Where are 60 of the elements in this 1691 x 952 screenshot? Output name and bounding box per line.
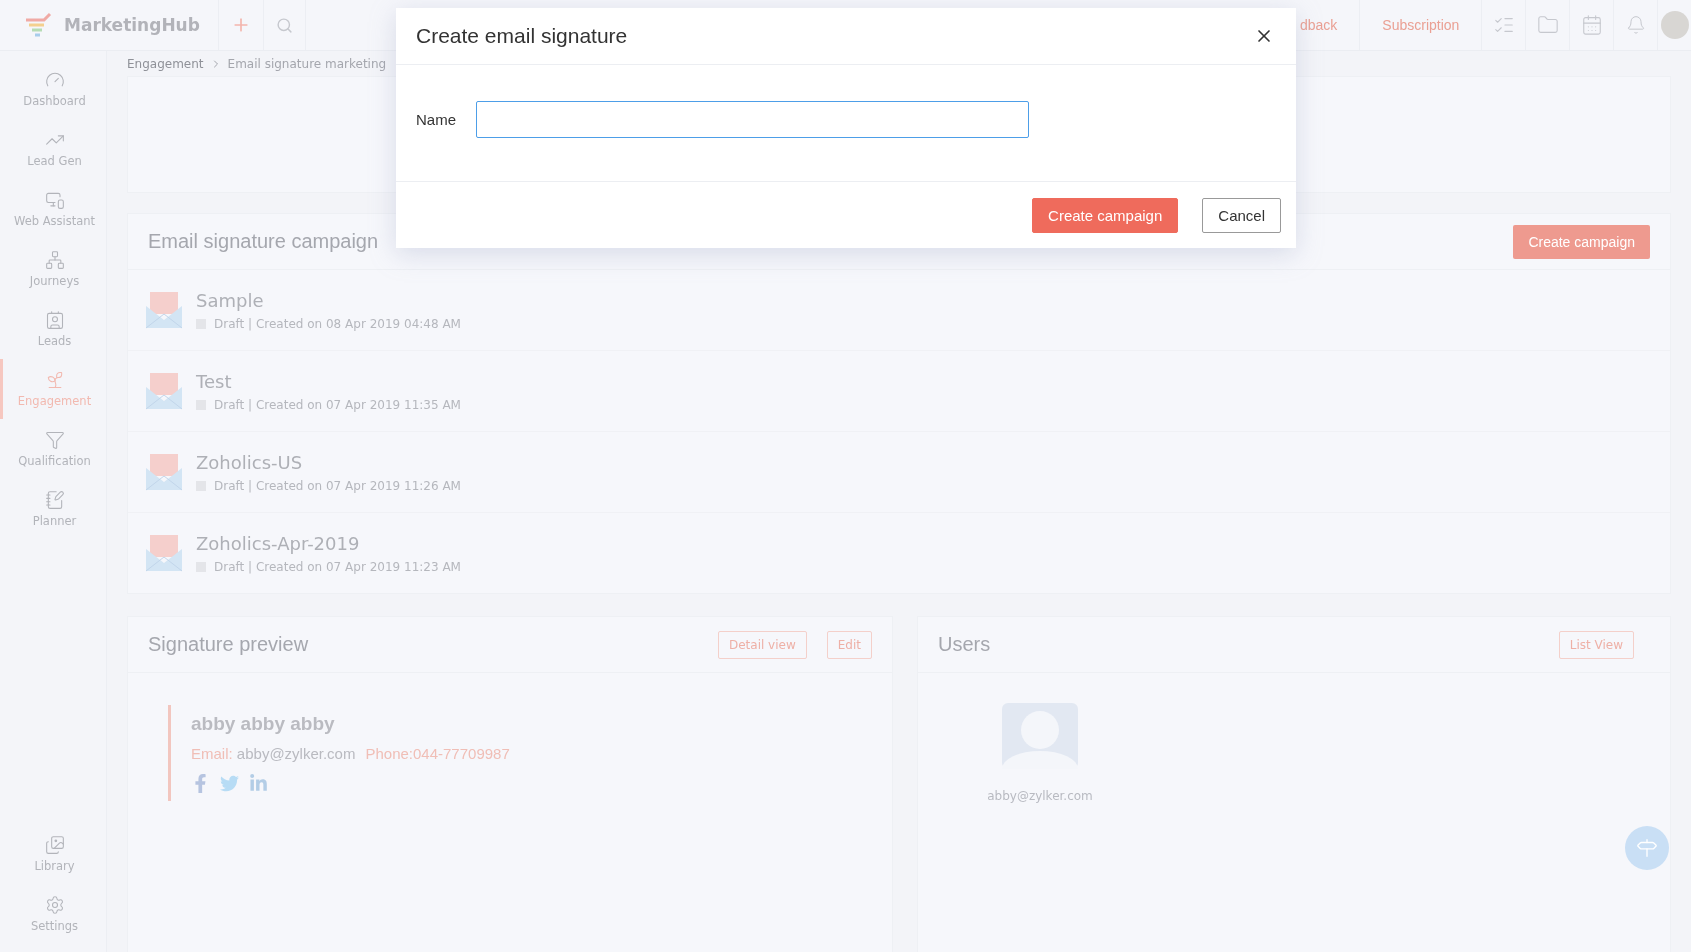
header-link[interactable]: dback — [1300, 17, 1338, 33]
folder-icon[interactable] — [1536, 14, 1559, 36]
campaign-meta: Draft | Created on 08 Apr 2019 04:48 AM — [214, 316, 461, 331]
contact-card-icon — [44, 310, 65, 330]
monitor-icon — [44, 190, 65, 210]
sidebar-item[interactable]: Journeys — [0, 239, 106, 299]
phone-text: Phone:044-77709987 — [365, 745, 510, 762]
sidebar-item[interactable]: Library — [0, 824, 106, 884]
breadcrumb-link[interactable]: Engagement — [127, 56, 204, 71]
campaign-name[interactable]: Zoholics-US — [196, 451, 461, 473]
cancel-button[interactable]: Cancel — [1202, 197, 1281, 233]
signature-name: abby abby abby — [191, 713, 336, 735]
linkedin-icon[interactable] — [249, 774, 268, 793]
create-campaign-button[interactable]: Create campaign — [1513, 224, 1650, 259]
campaign-name[interactable]: Test — [196, 370, 461, 392]
user-email: abby@zylker.com — [987, 789, 1093, 803]
sidebar-item[interactable]: Engagement — [0, 359, 106, 419]
sidebar-item[interactable]: Qualification — [0, 419, 106, 479]
campaign-meta: Draft | Created on 07 Apr 2019 11:26 AM — [214, 478, 461, 493]
avatar[interactable] — [1660, 11, 1689, 39]
breadcrumb-link[interactable]: Email signature marketing — [227, 56, 387, 71]
card-title: Email signature campaign — [148, 230, 379, 253]
name-field[interactable] — [476, 101, 1029, 138]
campaign-meta: Draft | Created on 07 Apr 2019 11:23 AM — [214, 559, 461, 574]
campaign-name[interactable]: Zoholics-Apr-2019 — [196, 532, 461, 554]
create-button[interactable]: Create campaign — [1032, 197, 1179, 233]
dialog-title: Create email signature — [416, 24, 628, 48]
panel-button[interactable]: Detail view — [717, 630, 807, 659]
email-value: abby@zylker.com — [236, 745, 356, 762]
campaign-name[interactable]: Sample — [196, 289, 461, 311]
hierarchy-icon — [44, 250, 65, 270]
envelope-icon — [146, 452, 182, 492]
panel-title: Signature preview — [148, 633, 309, 656]
sidebar-item[interactable]: Lead Gen — [0, 119, 106, 179]
sidebar-item[interactable]: Settings — [0, 884, 106, 944]
settings-icon — [44, 895, 65, 915]
panel-title: Users — [938, 633, 991, 656]
signpost-icon — [1636, 837, 1658, 859]
email-label: Email: — [191, 745, 233, 762]
sidebar-item[interactable]: Web Assistant — [0, 179, 106, 239]
sidebar-item[interactable]: Dashboard — [0, 59, 106, 119]
list-view-button[interactable]: List View — [1558, 630, 1634, 659]
sidebar-item[interactable]: Planner — [0, 479, 106, 539]
header-link[interactable]: Subscription — [1382, 17, 1460, 33]
envelope-icon — [146, 371, 182, 411]
sidebar-item[interactable]: Leads — [0, 299, 106, 359]
logo-icon — [24, 12, 54, 38]
twitter-icon[interactable] — [220, 774, 239, 793]
images-icon — [44, 835, 65, 855]
bell-icon[interactable] — [1625, 15, 1646, 35]
app-name: MarketingHub — [64, 15, 200, 35]
search-icon[interactable] — [275, 16, 293, 34]
envelope-icon — [146, 533, 182, 573]
field-label: Name — [416, 111, 456, 128]
calendar-icon[interactable] — [1580, 14, 1603, 36]
funnel-icon — [44, 430, 65, 450]
notebook-icon — [44, 490, 65, 510]
panel-button[interactable]: Edit — [826, 630, 872, 659]
campaign-meta: Draft | Created on 07 Apr 2019 11:35 AM — [214, 397, 461, 412]
envelope-icon — [146, 290, 182, 330]
